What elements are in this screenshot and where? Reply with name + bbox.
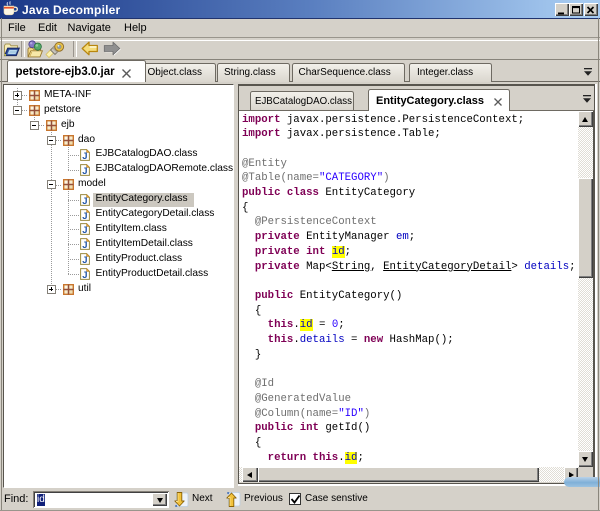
svg-text:J: J bbox=[82, 270, 87, 281]
svg-text:J: J bbox=[82, 240, 87, 251]
svg-text:J: J bbox=[82, 166, 87, 177]
svg-text:J: J bbox=[82, 210, 87, 221]
svg-text:J: J bbox=[82, 255, 87, 266]
svg-text:J: J bbox=[82, 151, 87, 162]
svg-text:J: J bbox=[82, 225, 87, 236]
svg-text:J: J bbox=[82, 195, 87, 206]
